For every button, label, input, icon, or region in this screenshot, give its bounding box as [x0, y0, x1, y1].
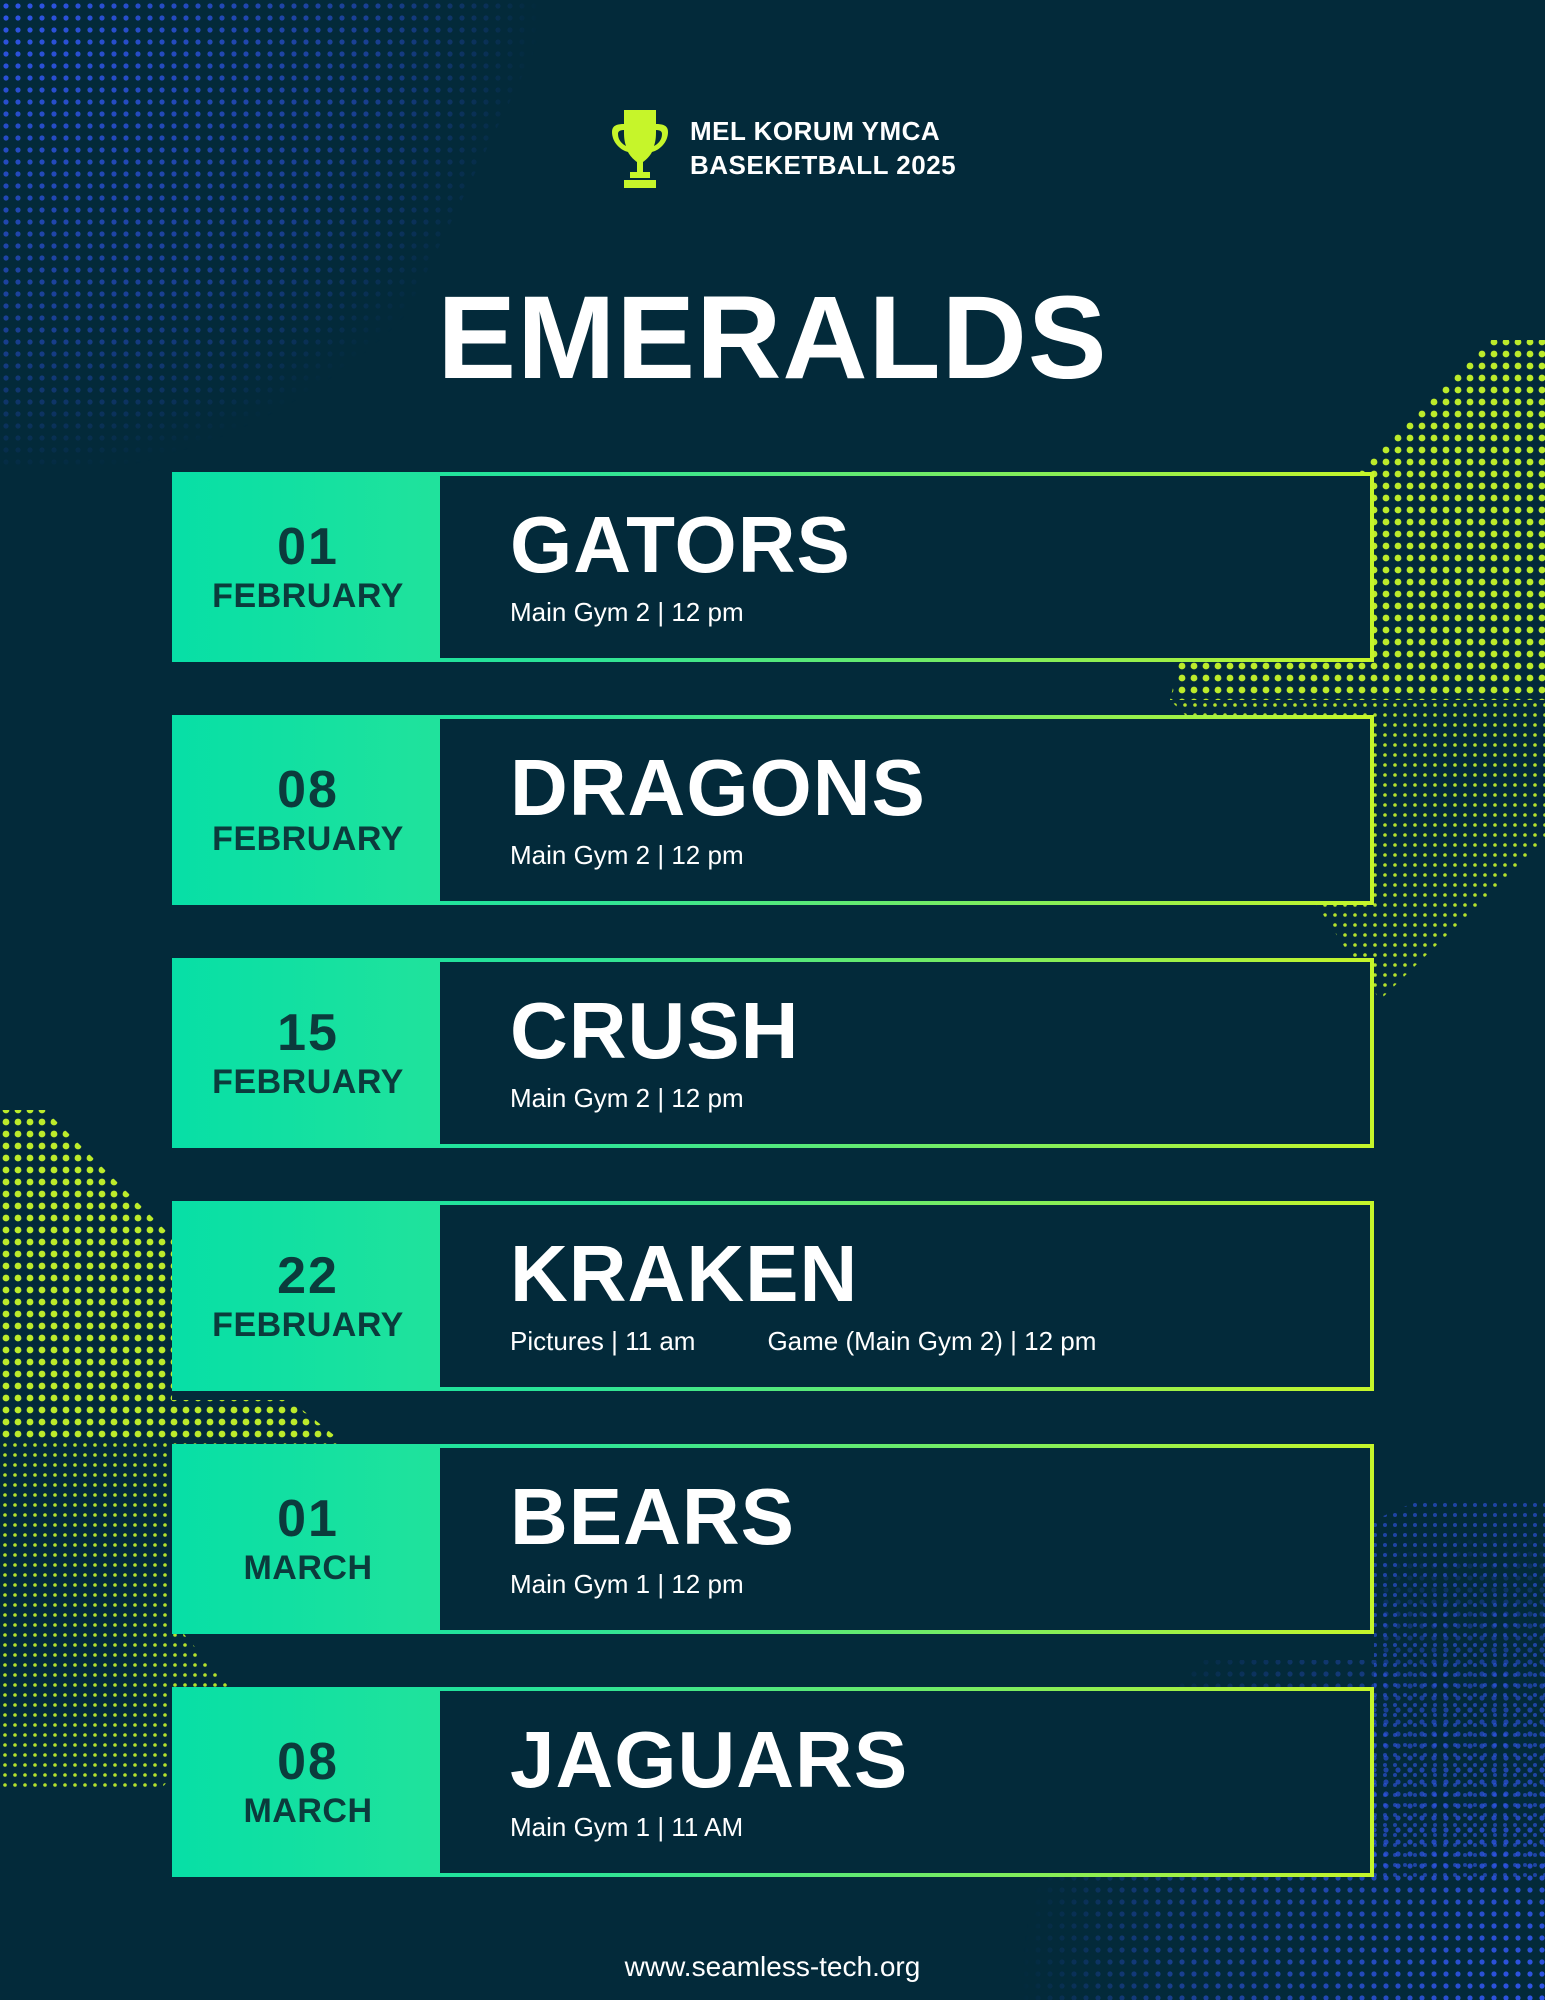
game-month: FEBRUARY — [212, 577, 404, 615]
date-box: 08 MARCH — [176, 1691, 440, 1873]
date-box: 22 FEBRUARY — [176, 1205, 440, 1387]
game-row: 15 FEBRUARY CRUSH Main Gym 2 | 12 pm — [172, 958, 1374, 1148]
game-month: MARCH — [243, 1549, 373, 1587]
game-info: GATORS Main Gym 2 | 12 pm — [440, 476, 1370, 658]
game-detail: Game (Main Gym 2) | 12 pm — [767, 1326, 1097, 1356]
game-details: Main Gym 1 | 11 AM — [510, 1811, 1370, 1843]
trophy-icon — [612, 110, 668, 188]
opponent-name: KRAKEN — [510, 1229, 859, 1318]
game-detail: Main Gym 1 | 11 AM — [510, 1812, 744, 1842]
game-day: 01 — [277, 518, 339, 576]
date-box: 08 FEBRUARY — [176, 719, 440, 901]
game-detail: Main Gym 2 | 12 pm — [510, 840, 744, 870]
game-row: 22 FEBRUARY KRAKEN Pictures | 11 am Game… — [172, 1201, 1374, 1391]
date-box: 01 FEBRUARY — [176, 476, 440, 658]
game-row: 01 MARCH BEARS Main Gym 1 | 12 pm — [172, 1444, 1374, 1634]
game-month: MARCH — [243, 1792, 373, 1830]
game-info: KRAKEN Pictures | 11 am Game (Main Gym 2… — [440, 1205, 1370, 1387]
game-details: Pictures | 11 am Game (Main Gym 2) | 12 … — [510, 1325, 1370, 1357]
date-box: 15 FEBRUARY — [176, 962, 440, 1144]
game-day: 01 — [277, 1490, 339, 1548]
game-info: JAGUARS Main Gym 1 | 11 AM — [440, 1691, 1370, 1873]
game-details: Main Gym 2 | 12 pm — [510, 596, 1370, 628]
opponent-name: JAGUARS — [510, 1715, 909, 1804]
game-row: 08 MARCH JAGUARS Main Gym 1 | 11 AM — [172, 1687, 1374, 1877]
org-line-2: BASEKETBALL 2025 — [690, 150, 957, 180]
game-day: 08 — [277, 1733, 339, 1791]
org-line-1: MEL KORUM YMCA — [690, 116, 941, 146]
game-month: FEBRUARY — [212, 1306, 404, 1344]
game-detail: Main Gym 2 | 12 pm — [510, 1083, 744, 1113]
game-info: BEARS Main Gym 1 | 12 pm — [440, 1448, 1370, 1630]
organization-name: MEL KORUM YMCA BASEKETBALL 2025 — [690, 114, 956, 182]
date-box: 01 MARCH — [176, 1448, 440, 1630]
game-day: 15 — [277, 1004, 339, 1062]
game-month: FEBRUARY — [212, 1063, 404, 1101]
opponent-name: DRAGONS — [510, 743, 926, 832]
game-day: 08 — [277, 761, 339, 819]
team-title: EMERALDS — [437, 272, 1108, 404]
game-details: Main Gym 2 | 12 pm — [510, 1082, 1370, 1114]
game-day: 22 — [277, 1247, 339, 1305]
opponent-name: BEARS — [510, 1472, 796, 1561]
game-details: Main Gym 2 | 12 pm — [510, 839, 1370, 871]
header: MEL KORUM YMCA BASEKETBALL 2025 — [612, 106, 956, 190]
opponent-name: CRUSH — [510, 986, 800, 1075]
website-link[interactable]: www.seamless-tech.org — [0, 1950, 1545, 1984]
game-info: DRAGONS Main Gym 2 | 12 pm — [440, 719, 1370, 901]
game-row: 01 FEBRUARY GATORS Main Gym 2 | 12 pm — [172, 472, 1374, 662]
game-detail: Main Gym 2 | 12 pm — [510, 597, 744, 627]
game-row: 08 FEBRUARY DRAGONS Main Gym 2 | 12 pm — [172, 715, 1374, 905]
game-detail: Main Gym 1 | 12 pm — [510, 1569, 744, 1599]
game-detail: Pictures | 11 am — [510, 1326, 696, 1356]
game-details: Main Gym 1 | 12 pm — [510, 1568, 1370, 1600]
game-month: FEBRUARY — [212, 820, 404, 858]
game-info: CRUSH Main Gym 2 | 12 pm — [440, 962, 1370, 1144]
opponent-name: GATORS — [510, 500, 851, 589]
